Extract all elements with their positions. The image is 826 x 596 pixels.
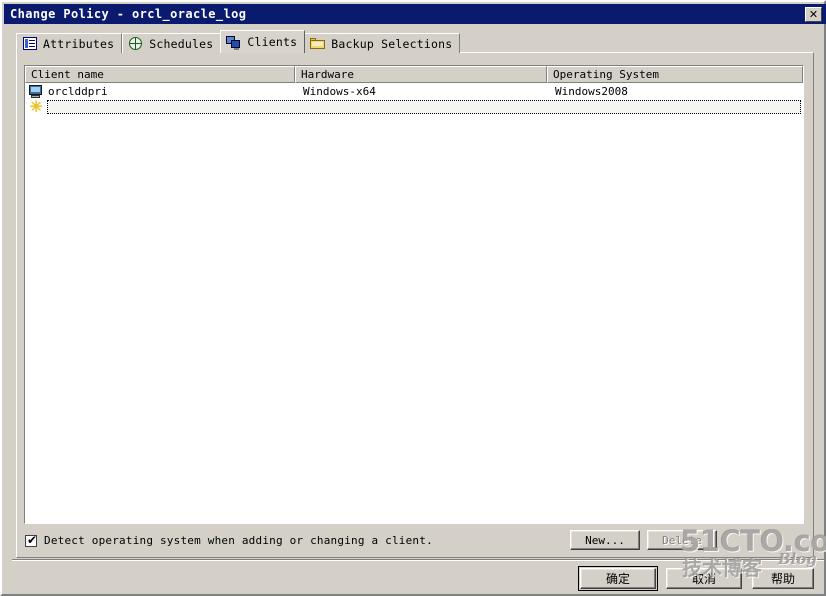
ok-button[interactable]: 确定	[578, 566, 658, 591]
tab-backup-selections-label: Backup Selections	[331, 36, 453, 51]
cancel-button[interactable]: 取消	[666, 568, 742, 589]
delete-button: Delete	[647, 530, 717, 550]
cell-client-name: orclddpri	[25, 83, 295, 99]
new-record-row[interactable]: ✳	[25, 96, 803, 116]
column-header-hardware[interactable]: Hardware	[295, 66, 547, 83]
cell-hardware: Windows-x64	[303, 84, 376, 98]
new-record-star-icon: ✳	[29, 96, 43, 116]
new-button[interactable]: New...	[570, 530, 640, 550]
footer-separator	[12, 559, 824, 561]
change-policy-dialog: Change Policy - orcl_oracle_log ✕ Attrib…	[0, 0, 826, 596]
cell-operating-system: Windows2008	[555, 84, 628, 98]
tab-schedules-label: Schedules	[149, 36, 214, 51]
tab-attributes[interactable]: Attributes	[16, 33, 123, 53]
help-button[interactable]: 帮助	[752, 568, 814, 589]
attributes-icon	[22, 36, 38, 51]
tab-clients-label: Clients	[247, 35, 298, 49]
schedules-clock-icon	[128, 36, 144, 51]
tab-backup-selections[interactable]: Backup Selections	[304, 33, 461, 53]
detect-os-checkbox[interactable]: ✔ Detect operating system when adding or…	[25, 532, 433, 547]
clients-computer-icon	[226, 35, 242, 50]
tab-attributes-label: Attributes	[43, 36, 115, 51]
computer-icon	[28, 84, 43, 98]
tab-schedules[interactable]: Schedules	[122, 33, 222, 53]
detect-os-label: Detect operating system when adding or c…	[44, 534, 433, 547]
column-header-operating-system[interactable]: Operating System	[547, 66, 803, 83]
close-icon: ✕	[808, 7, 819, 21]
folder-icon	[310, 36, 326, 51]
clients-list[interactable]: Client name Hardware Operating System or…	[24, 65, 804, 524]
check-icon: ✔	[27, 532, 38, 547]
cell-client-name-text: orclddpri	[48, 84, 108, 98]
window-title: Change Policy - orcl_oracle_log	[10, 7, 247, 21]
tab-clients[interactable]: Clients	[220, 30, 306, 53]
clients-list-header: Client name Hardware Operating System	[25, 66, 803, 83]
table-row[interactable]: orclddpri Windows-x64 Windows2008	[25, 83, 803, 99]
new-record-input[interactable]	[47, 100, 801, 114]
column-header-client-name[interactable]: Client name	[25, 66, 295, 83]
close-button[interactable]: ✕	[805, 6, 822, 22]
screenshot-root: Change Policy - orcl_oracle_log ✕ Attrib…	[0, 0, 826, 596]
checkbox-box[interactable]: ✔	[25, 532, 38, 547]
titlebar: Change Policy - orcl_oracle_log ✕	[4, 4, 826, 24]
tab-strip: Attributes Schedules Clients Backup Sele…	[16, 30, 814, 53]
